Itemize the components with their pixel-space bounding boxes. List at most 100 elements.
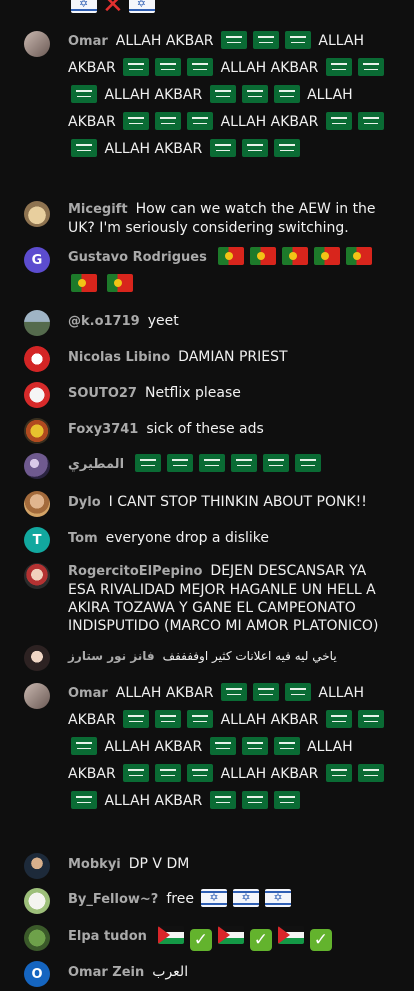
letter-avatar[interactable]: T (24, 527, 50, 553)
saudi-flag-icon (187, 58, 214, 76)
author-name[interactable]: By_Fellow~? (68, 892, 158, 907)
saudi-flag-icon (187, 764, 214, 782)
character-avatar[interactable] (24, 563, 50, 589)
author-name[interactable]: فانز نور ستارز (68, 649, 155, 663)
jersey-photo-avatar[interactable] (24, 346, 50, 372)
israel-flag-icon (265, 889, 292, 907)
author-name[interactable]: Micegift (68, 202, 128, 217)
author-name[interactable]: المطيري (68, 457, 124, 472)
saudi-flag-icon (155, 710, 182, 728)
saudi-flag-icon (325, 710, 352, 728)
person-avatar[interactable] (24, 853, 50, 879)
portugal-flag-icon (313, 247, 340, 265)
portugal-flag-icon (217, 247, 244, 265)
landscape-photo-avatar[interactable] (24, 310, 50, 336)
palestine-flag-icon (217, 926, 244, 944)
author-name[interactable]: Nicolas Libino (68, 350, 170, 365)
palestine-flag-icon (277, 926, 304, 944)
saudi-flag-icon (273, 737, 300, 755)
cross-mark-icon: ✕ (102, 0, 124, 20)
message-body: Foxy3741 sick of these ads (68, 421, 264, 437)
author-name[interactable]: @k.o1719 (68, 314, 140, 329)
author-name[interactable]: Tom (68, 531, 98, 546)
saudi-flag-icon (209, 85, 236, 103)
saudi-flag-icon (209, 791, 236, 809)
portugal-flag-icon (249, 247, 276, 265)
saudi-flag-icon (357, 58, 384, 76)
saudi-flag-icon (273, 85, 300, 103)
letter-avatar[interactable]: G (24, 247, 50, 273)
saudi-flag-icon (209, 139, 236, 157)
palestine-flag-icon (157, 926, 184, 944)
saudi-flag-icon (123, 112, 150, 130)
saudi-flag-icon (273, 791, 300, 809)
check-mark-icon: ✓ (189, 929, 212, 951)
user-photo-avatar[interactable] (24, 31, 50, 57)
saudi-flag-icon (252, 31, 279, 49)
saudi-flag-icon (187, 112, 214, 130)
user-photo-avatar[interactable] (24, 683, 50, 709)
message-body: SOUTO27 Netflix please (68, 385, 241, 401)
author-name[interactable]: Gustavo Rodrigues (68, 250, 207, 265)
author-name[interactable]: Omar (68, 686, 108, 701)
message-body: Elpa tudon ✓ ✓ ✓ (68, 923, 398, 951)
woman-photo-avatar[interactable] (24, 645, 50, 671)
saudi-flag-icon (135, 454, 162, 472)
saudi-flag-icon (241, 737, 268, 755)
letter-avatar[interactable]: O (24, 961, 50, 987)
flower-avatar[interactable] (24, 418, 50, 444)
saudi-flag-icon (241, 85, 268, 103)
frog-avatar[interactable] (24, 925, 50, 951)
saudi-flag-icon (123, 710, 150, 728)
saudi-flag-icon (241, 139, 268, 157)
sticker-avatar[interactable] (24, 888, 50, 914)
portugal-flag-icon (107, 274, 134, 292)
saudi-flag-icon (220, 31, 247, 49)
portugal-flag-icon (281, 247, 308, 265)
message-body: Micegift How can we watch the AEW in the … (68, 201, 376, 236)
red-logo-avatar[interactable] (24, 382, 50, 408)
author-name[interactable]: Dylo (68, 495, 101, 510)
saudi-flag-icon (241, 791, 268, 809)
message-body: RogercitoElPepino DEJEN DESCANSAR YA ESA … (68, 563, 379, 634)
message-body: @k.o1719 yeet (68, 313, 179, 329)
saudi-flag-icon (155, 58, 182, 76)
saudi-flag-icon (155, 112, 182, 130)
message-body: Omar ALLAH AKBAR ALLAH AKBAR ALLAH AKBAR … (68, 680, 398, 815)
saudi-flag-icon (295, 454, 322, 472)
saudi-flag-icon (325, 58, 352, 76)
saudi-flag-icon (357, 710, 384, 728)
author-name[interactable]: Omar Zein (68, 965, 144, 980)
saudi-flag-icon (123, 764, 150, 782)
saudi-flag-icon (71, 85, 97, 103)
israel-flag-icon (233, 889, 260, 907)
author-name[interactable]: Elpa tudon (68, 929, 147, 944)
message-body: المطيري (68, 451, 398, 478)
message-body: Omar Zein العرب (68, 964, 189, 980)
israel-flag-icon (128, 0, 155, 13)
author-name[interactable]: Mobkyi (68, 857, 121, 872)
message-body: Mobkyi DP V DM (68, 856, 190, 872)
author-name[interactable]: RogercitoElPepino (68, 564, 202, 579)
saudi-flag-icon (123, 58, 150, 76)
portrait-avatar[interactable] (24, 491, 50, 517)
israel-flag-icon (71, 0, 97, 13)
dog-photo-avatar[interactable] (24, 201, 50, 227)
check-mark-icon: ✓ (249, 929, 272, 951)
message-body: Omar ALLAH AKBAR ALLAH AKBAR ALLAH AKBAR … (68, 28, 398, 163)
saudi-flag-icon (325, 764, 352, 782)
saudi-flag-icon (155, 764, 182, 782)
message-body: فانز نور ستارز ياخي ليه فيه اعلانات كثير … (68, 649, 337, 663)
saudi-flag-icon (252, 683, 279, 701)
saudi-flag-icon (71, 791, 97, 809)
message-body: Tom everyone drop a dislike (68, 530, 270, 546)
saudi-flag-icon (187, 710, 214, 728)
author-name[interactable]: SOUTO27 (68, 386, 137, 401)
saudi-flag-icon (357, 112, 384, 130)
author-name[interactable]: Omar (68, 34, 108, 49)
author-name[interactable]: Foxy3741 (68, 422, 138, 437)
message-body: Dylo I CANT STOP THINKIN ABOUT PONK!! (68, 494, 367, 510)
check-mark-icon: ✓ (309, 929, 332, 951)
galaxy-avatar[interactable] (24, 453, 50, 479)
saudi-flag-icon (357, 764, 384, 782)
